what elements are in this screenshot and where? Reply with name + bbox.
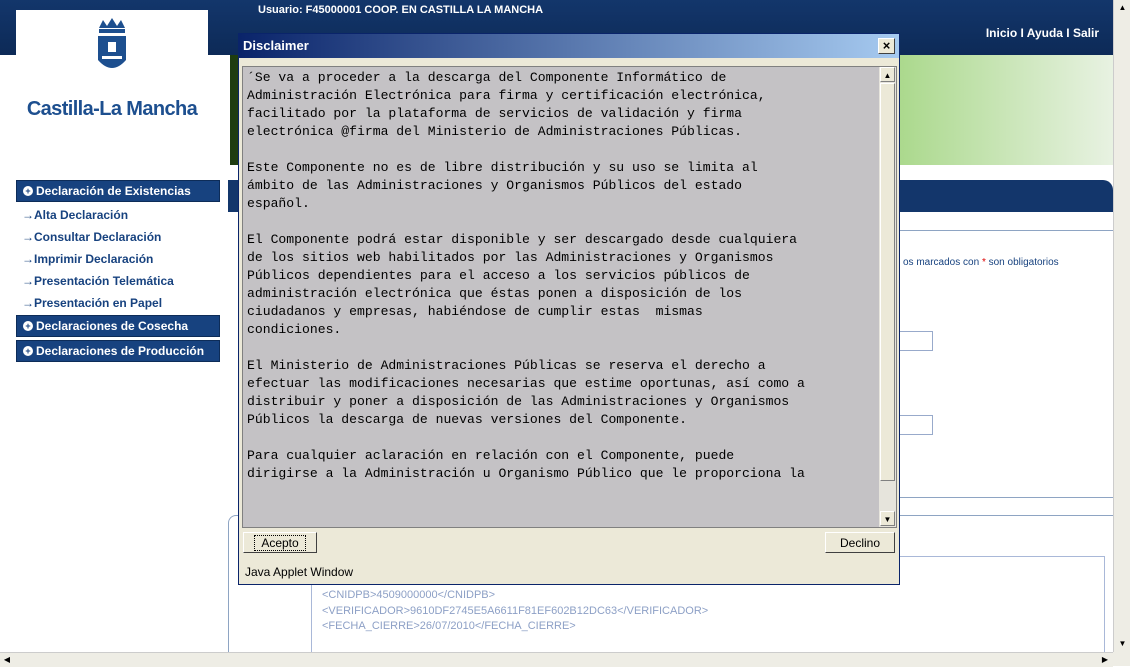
decline-button[interactable]: Declino: [825, 532, 895, 553]
sidebar-item-alta-declaracion[interactable]: →Alta Declaración: [16, 205, 220, 227]
xml-line: <FECHA_CIERRE>26/07/2010</FECHA_CIERRE>: [322, 620, 576, 632]
sidebar-item-consultar-declaracion[interactable]: →Consultar Declaración: [16, 227, 220, 249]
sidebar-item-imprimir-declaracion[interactable]: →Imprimir Declaración: [16, 249, 220, 271]
accept-label: Acepto: [254, 535, 306, 551]
arrow-icon: →: [22, 274, 34, 288]
note-text: son obligatorios: [985, 257, 1059, 268]
sidebar-section-produccion[interactable]: + Declaraciones de Producción: [16, 340, 220, 362]
scroll-down-icon[interactable]: ▼: [1115, 636, 1130, 651]
sidebar-menu: + Declaración de Existencias →Alta Declar…: [16, 180, 220, 365]
xml-line: <CNIDPB>4509000000</CNIDPB>: [322, 589, 496, 601]
link-separator: I: [1017, 26, 1027, 40]
scroll-left-icon[interactable]: ◀: [0, 653, 14, 667]
sidebar-item-presentacion-telematica[interactable]: →Presentación Telemática: [16, 271, 220, 293]
header-links: Inicio I Ayuda I Salir: [986, 26, 1099, 40]
dialog-title: Disclaimer: [243, 38, 309, 53]
sidebar-item-presentacion-papel[interactable]: →Presentación en Papel: [16, 293, 220, 315]
page-vertical-scrollbar[interactable]: ▲ ▼: [1113, 0, 1130, 652]
expand-icon: +: [23, 346, 33, 356]
sidebar-section-cosecha[interactable]: + Declaraciones de Cosecha: [16, 315, 220, 337]
scroll-right-icon[interactable]: ▶: [1098, 653, 1112, 667]
disclaimer-dialog: Disclaimer × ´Se va a proceder a la desc…: [238, 33, 900, 585]
applet-footer: Java Applet Window: [245, 565, 354, 579]
sidebar-item-label: Alta Declaración: [34, 208, 129, 222]
scroll-up-icon[interactable]: ▲: [880, 67, 895, 82]
required-fields-note: os marcados con * son obligatorios: [903, 257, 1059, 268]
sidebar-item-label: Imprimir Declaración: [34, 252, 154, 266]
sidebar-item-label: Consultar Declaración: [34, 230, 162, 244]
note-text: os marcados con: [903, 257, 982, 268]
page-horizontal-scrollbar[interactable]: ◀ ▶: [0, 652, 1113, 667]
link-separator: I: [1062, 26, 1073, 40]
expand-icon: +: [23, 186, 33, 196]
scroll-up-icon[interactable]: ▲: [1115, 0, 1130, 15]
home-link[interactable]: Inicio: [986, 26, 1017, 40]
sidebar-section-label: Declaraciones de Producción: [36, 344, 205, 358]
arrow-icon: →: [22, 208, 34, 222]
accept-button[interactable]: Acepto: [243, 532, 317, 553]
arrow-icon: →: [22, 296, 34, 310]
sidebar-section-label: Declaración de Existencias: [36, 184, 191, 198]
expand-icon: +: [23, 321, 33, 331]
arrow-icon: →: [22, 252, 34, 266]
logo-text: Castilla-La Mancha: [26, 98, 198, 120]
logout-link[interactable]: Salir: [1073, 26, 1099, 40]
form-panel: os marcados con * son obligatorios: [872, 230, 1113, 498]
dialog-title-bar[interactable]: Disclaimer ×: [239, 34, 899, 58]
sidebar-section-label: Declaraciones de Cosecha: [36, 319, 189, 333]
disclaimer-text-area[interactable]: ´Se va a proceder a la descarga del Comp…: [242, 66, 880, 528]
sidebar-item-label: Presentación en Papel: [34, 296, 163, 310]
xml-line: <VERIFICADOR>9610DF2745E5A6611F81EF602B1…: [322, 604, 709, 617]
scroll-down-icon[interactable]: ▼: [880, 511, 895, 526]
close-icon[interactable]: ×: [878, 38, 895, 54]
user-info: Usuario: F45000001 COOP. EN CASTILLA LA …: [258, 4, 544, 16]
scroll-thumb[interactable]: [880, 83, 895, 481]
dialog-scrollbar[interactable]: ▲ ▼: [879, 66, 897, 528]
logo: Castilla-La Mancha: [16, 10, 208, 166]
sidebar-section-existencias[interactable]: + Declaración de Existencias: [16, 180, 220, 202]
coat-of-arms-icon: [98, 18, 126, 68]
arrow-icon: →: [22, 230, 34, 244]
sidebar-item-label: Presentación Telemática: [34, 274, 174, 288]
scrollbar-corner: [1113, 652, 1130, 666]
help-link[interactable]: Ayuda: [1027, 26, 1063, 40]
disclaimer-text: ´Se va a proceder a la descarga del Comp…: [247, 70, 805, 481]
